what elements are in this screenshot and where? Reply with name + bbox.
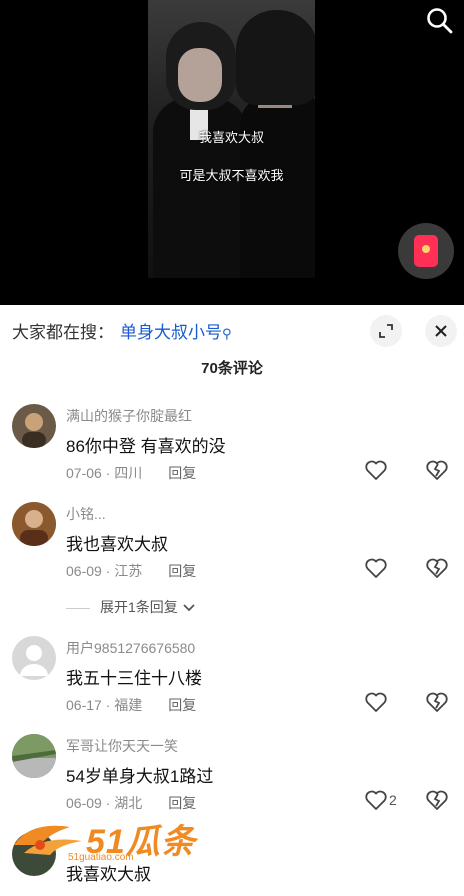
avatar[interactable] <box>12 502 56 546</box>
avatar[interactable] <box>12 404 56 448</box>
reply-button[interactable]: 回复 <box>168 697 196 713</box>
like-icon[interactable] <box>364 557 388 579</box>
comment-date: 06-09 <box>66 795 102 811</box>
person-right-hair <box>236 10 315 105</box>
divider-line <box>66 607 90 609</box>
red-packet-icon <box>414 235 438 267</box>
comment-date: 06-17 <box>66 697 102 713</box>
comment-username[interactable]: 小铭... <box>66 504 106 524</box>
search-suggestion[interactable]: 大家都在搜： 单身大叔小号⚲ <box>12 318 232 343</box>
expand-button[interactable] <box>370 315 402 347</box>
comment-text: 我也喜欢大叔 <box>66 535 168 554</box>
comment-date: 07-06 <box>66 465 102 481</box>
video-caption-1: 我喜欢大叔 <box>198 130 264 145</box>
avatar[interactable] <box>12 734 56 778</box>
comment-text: 我五十三住十八楼 <box>66 669 202 688</box>
dislike-icon[interactable] <box>425 459 449 481</box>
comment-meta: 07-06 · 四川 回复 <box>66 465 197 481</box>
dislike-icon[interactable] <box>425 557 449 579</box>
video-player[interactable]: 我喜欢大叔 可是大叔不喜欢我 <box>0 0 464 305</box>
comment-meta: 06-09 · 湖北 回复 <box>66 795 197 811</box>
expand-icon <box>379 324 393 338</box>
dislike-icon[interactable] <box>425 789 449 811</box>
video-caption-2: 可是大叔不喜欢我 <box>179 168 284 183</box>
expand-replies-label: 展开1条回复 <box>100 599 178 615</box>
search-icon[interactable] <box>425 6 455 36</box>
like-icon[interactable] <box>364 789 388 811</box>
comment-location: 四川 <box>114 465 143 481</box>
comment-item: 满山的猴子你腚最红 86你中登 有喜欢的没 07-06 · 四川 回复 <box>0 404 464 504</box>
reply-button[interactable]: 回复 <box>168 795 196 811</box>
chevron-down-icon <box>183 604 195 612</box>
person-left-face <box>178 48 222 102</box>
reply-button[interactable]: 回复 <box>168 563 196 579</box>
comment-text: 54岁单身大叔1路过 <box>66 767 214 786</box>
comment-location: 湖北 <box>114 795 143 811</box>
comment-item: 用户9851276676580 我五十三住十八楼 06-17 · 福建 回复 <box>0 636 464 736</box>
red-packet-button[interactable] <box>398 223 454 279</box>
comment-location: 江苏 <box>114 563 143 579</box>
comment-username[interactable]: 用户9851276676580 <box>66 638 195 658</box>
comment-username[interactable]: 满山的猴子你腚最红 <box>66 406 192 426</box>
comment-item: 小铭... 我也喜欢大叔 06-09 · 江苏 回复 <box>0 502 464 602</box>
comment-meta: 06-09 · 江苏 回复 <box>66 563 197 579</box>
like-icon[interactable] <box>364 459 388 481</box>
comment-meta: 06-17 · 福建 回复 <box>66 697 197 713</box>
like-count: 2 <box>389 792 397 808</box>
like-icon[interactable] <box>364 691 388 713</box>
expand-replies-button[interactable]: 展开1条回复 <box>66 597 196 617</box>
comment-username[interactable]: 军哥让你天天一笑 <box>66 736 178 756</box>
watermark-url: 51guatiao.com <box>68 852 134 863</box>
comment-text: 86你中登 有喜欢的没 <box>66 437 226 456</box>
search-prefix: 大家都在搜： <box>12 323 114 342</box>
comment-location: 福建 <box>114 697 143 713</box>
search-keyword[interactable]: 单身大叔小号 <box>120 323 222 342</box>
close-icon <box>435 325 447 337</box>
avatar[interactable] <box>12 636 56 680</box>
close-button[interactable] <box>425 315 457 347</box>
dislike-icon[interactable] <box>425 691 449 713</box>
person-right-suit <box>240 95 315 278</box>
reply-button[interactable]: 回复 <box>168 465 196 481</box>
comment-date: 06-09 <box>66 563 102 579</box>
search-small-icon: ⚲ <box>222 326 232 341</box>
comment-count: 70条评论 <box>201 360 263 377</box>
